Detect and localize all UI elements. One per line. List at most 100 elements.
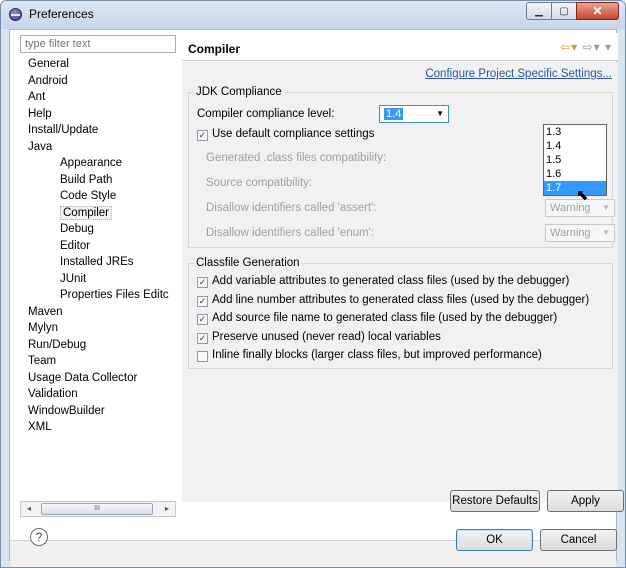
title-bar: Preferences ▁ ▢ ✕ xyxy=(1,1,625,29)
compliance-option[interactable]: 1.5 xyxy=(544,153,606,167)
tree-item[interactable]: XML xyxy=(10,419,182,436)
tree-item-label: Install/Update xyxy=(28,124,99,136)
tree-item[interactable]: Run/Debug xyxy=(10,337,182,354)
compliance-level-select[interactable]: 1.4 ▼ xyxy=(379,105,449,123)
enum-value: Warning xyxy=(550,227,591,239)
check-icon: ✓ xyxy=(198,295,207,306)
check-icon: ✓ xyxy=(198,130,207,140)
classfile-option-label: Preserve unused (never read) local varia… xyxy=(212,330,441,343)
tree-item[interactable]: Debug xyxy=(10,221,182,238)
window-title: Preferences xyxy=(29,7,94,21)
chevron-down-icon: ▼ xyxy=(436,109,444,118)
scroll-right-icon[interactable]: ▸ xyxy=(160,503,174,515)
tree-item[interactable]: WindowBuilder xyxy=(10,403,182,420)
filter-input[interactable] xyxy=(20,35,176,53)
tree-item[interactable]: Java xyxy=(10,139,182,156)
tree-item-label: Appearance xyxy=(60,157,123,169)
tree-item-label: WindowBuilder xyxy=(28,404,105,417)
apply-button[interactable]: Apply xyxy=(547,490,624,512)
enum-label: Disallow identifiers called 'enum': xyxy=(206,227,375,239)
tree-item-label: Java xyxy=(28,140,53,153)
dialog-client: General Android Ant Help Install/Update Java A… xyxy=(9,29,624,567)
tree-item[interactable]: JUnit xyxy=(10,271,182,288)
tree-horizontal-scrollbar[interactable]: ◂ III ▸ xyxy=(20,501,176,517)
tree-item-label: XML xyxy=(28,421,52,433)
tree-item[interactable]: Maven xyxy=(10,304,182,321)
compliance-level-value: 1.4 xyxy=(384,108,404,120)
tree-item-label: Debug xyxy=(60,223,94,235)
compliance-dropdown-list[interactable]: 1.3 1.4 1.5 1.6 1.7 xyxy=(543,124,607,196)
classfile-generation-label: Classfile Generation xyxy=(194,257,302,269)
classfile-option-checkbox[interactable]: ✓ xyxy=(197,295,208,307)
mouse-cursor-icon: ⬉ xyxy=(576,187,589,204)
tree-item[interactable]: Compiler xyxy=(10,205,182,222)
tree-item-label: Team xyxy=(28,355,57,367)
chevron-down-icon: ▼ xyxy=(602,228,610,237)
tree-item[interactable]: Properties Files Editc xyxy=(10,287,182,304)
tree-item[interactable]: Code Style xyxy=(10,188,182,205)
tree-item[interactable]: Installed JREs xyxy=(10,254,182,271)
view-menu-icon[interactable]: ▾ xyxy=(605,40,612,54)
check-icon: ✓ xyxy=(198,332,207,343)
preference-tree: General Android Ant Help Install/Update Java A… xyxy=(10,56,182,436)
page-title: Compiler xyxy=(188,42,241,56)
tree-item[interactable]: Android xyxy=(10,73,182,90)
minimize-button[interactable]: ▁ xyxy=(526,2,552,20)
tree-item-label: Maven xyxy=(28,305,63,318)
close-button[interactable]: ✕ xyxy=(576,2,619,20)
tree-item-label: Mylyn xyxy=(28,322,59,334)
help-icon[interactable]: ? xyxy=(30,528,48,546)
compliance-option[interactable]: 1.7 xyxy=(544,181,606,195)
tree-item[interactable]: Install/Update xyxy=(10,122,182,139)
enum-select: Warning ▼ xyxy=(545,224,615,242)
tree-item-label: Code Style xyxy=(60,190,117,202)
tree-item-label: Properties Files Editc xyxy=(60,289,169,301)
tree-item[interactable]: Team xyxy=(10,353,182,370)
ok-button[interactable]: OK xyxy=(456,529,533,551)
check-icon: ✓ xyxy=(198,314,207,324)
restore-defaults-button[interactable]: Restore Defaults xyxy=(450,490,540,512)
page-header: Compiler ⇦▾ ⇨▾ ▾ xyxy=(182,33,618,61)
configure-project-settings-link[interactable]: Configure Project Specific Settings... xyxy=(425,68,612,80)
forward-arrow-icon[interactable]: ⇨ xyxy=(583,40,594,54)
tree-item-label: Compiler xyxy=(60,205,113,220)
compliance-option[interactable]: 1.3 xyxy=(544,125,606,139)
classfile-option-checkbox[interactable]: ✓ xyxy=(197,314,208,325)
tree-item[interactable]: Validation xyxy=(10,386,182,403)
chevron-down-icon: ▼ xyxy=(602,203,610,212)
cancel-button[interactable]: Cancel xyxy=(540,529,617,551)
source-compat-label: Source compatibility: xyxy=(206,177,313,189)
tree-item-label: Installed JREs xyxy=(60,256,134,268)
back-arrow-icon[interactable]: ⇦ xyxy=(560,40,571,54)
tree-item-label: Run/Debug xyxy=(28,338,87,351)
tree-item[interactable]: Ant xyxy=(10,89,182,106)
eclipse-icon xyxy=(9,8,22,21)
forward-menu-icon[interactable]: ▾ xyxy=(594,40,601,54)
compliance-option[interactable]: 1.4 xyxy=(544,139,606,153)
tree-item[interactable]: Help xyxy=(10,106,182,123)
tree-item-label: Build Path xyxy=(60,173,113,186)
tree-item[interactable]: Build Path xyxy=(10,172,182,189)
tree-item-label: Ant xyxy=(28,91,46,103)
scroll-thumb[interactable]: III xyxy=(41,503,153,515)
tree-item[interactable]: Appearance xyxy=(10,155,182,172)
maximize-button[interactable]: ▢ xyxy=(551,2,577,20)
use-default-checkbox[interactable]: ✓ xyxy=(197,130,208,141)
tree-item[interactable]: Usage Data Collector xyxy=(10,370,182,387)
classfile-option-checkbox[interactable]: ✓ xyxy=(197,277,208,288)
assert-label: Disallow identifiers called 'assert': xyxy=(206,202,377,214)
tree-item[interactable]: General xyxy=(10,56,182,73)
back-menu-icon[interactable]: ▾ xyxy=(571,40,578,54)
tree-item-label: Validation xyxy=(28,388,78,400)
classfile-option-checkbox[interactable] xyxy=(197,351,208,362)
classfile-option-checkbox[interactable]: ✓ xyxy=(197,332,208,344)
compliance-option[interactable]: 1.6 xyxy=(544,167,606,181)
jdk-compliance-label: JDK Compliance xyxy=(194,86,284,98)
classfile-option-label: Add source file name to generated class … xyxy=(212,312,558,324)
classfile-option-label: Add line number attributes to generated … xyxy=(212,293,590,306)
tree-item-label: General xyxy=(28,58,69,70)
scroll-left-icon[interactable]: ◂ xyxy=(22,503,36,515)
tree-item[interactable]: Mylyn xyxy=(10,320,182,337)
tree-item[interactable]: Editor xyxy=(10,238,182,255)
compliance-level-label: Compiler compliance level: xyxy=(197,108,335,120)
